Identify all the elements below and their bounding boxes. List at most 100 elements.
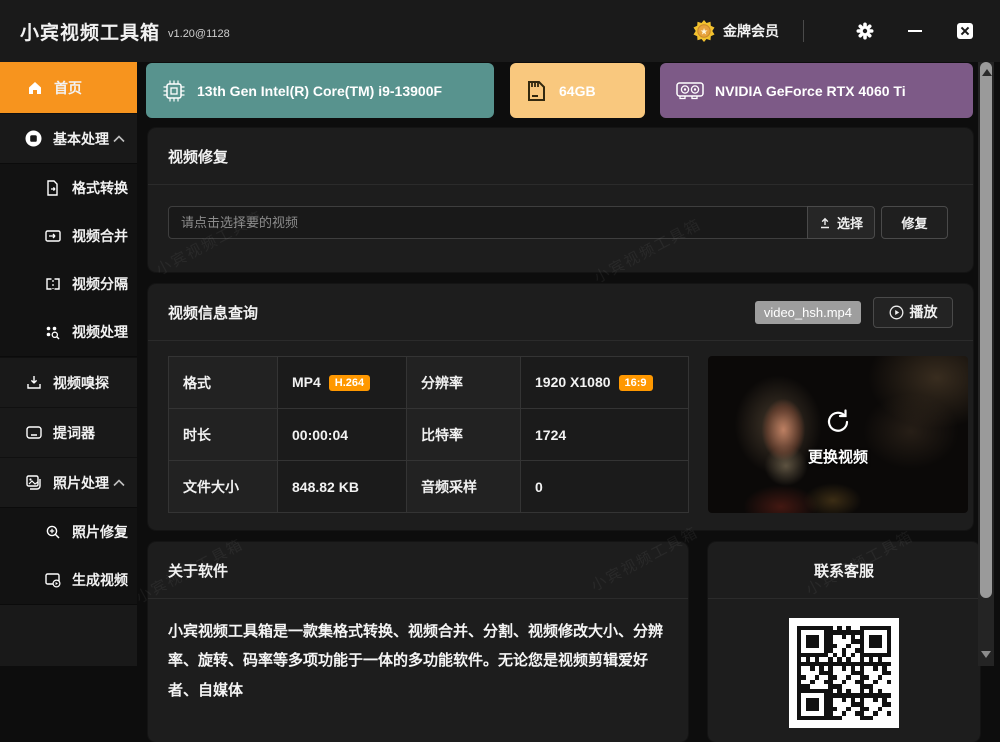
video-split-icon xyxy=(44,276,61,293)
qr-code xyxy=(789,618,899,728)
sidebar-item-label: 照片处理 xyxy=(53,473,109,493)
video-repair-panel: 视频修复 选择 修复 xyxy=(148,128,973,272)
bitrate-value: 1724 xyxy=(521,409,689,461)
upload-icon xyxy=(819,217,831,229)
sidebar-item-label: 视频处理 xyxy=(72,322,128,342)
contact-title: 联系客服 xyxy=(814,560,874,581)
sidebar-item-video-split[interactable]: 视频分隔 xyxy=(0,260,137,308)
format-label: 格式 xyxy=(169,357,278,409)
scroll-down-icon xyxy=(981,651,991,658)
cpu-label: 13th Gen Intel(R) Core(TM) i9-13900F xyxy=(197,83,442,99)
basic-processing-icon xyxy=(25,130,42,147)
change-video-label: 更换视频 xyxy=(808,446,868,467)
repair-button[interactable]: 修复 xyxy=(881,206,948,239)
video-process-icon xyxy=(44,324,61,341)
main-content: 13th Gen Intel(R) Core(TM) i9-13900F 64G… xyxy=(137,62,1000,666)
table-row: 文件大小 848.82 KB 音频采样 0 xyxy=(169,461,689,513)
chevron-up-icon xyxy=(113,135,125,143)
titlebar: 小宾视频工具箱 v1.20@1128 ★ 金牌会员 xyxy=(0,0,1000,62)
video-repair-title: 视频修复 xyxy=(168,146,228,167)
vertical-scrollbar[interactable] xyxy=(978,62,994,666)
repair-button-label: 修复 xyxy=(901,213,927,232)
about-text: 小宾视频工具箱是一款集格式转换、视频合并、分割、视频修改大小、分辨率、旋转、码率… xyxy=(148,599,688,723)
photo-processing-icon xyxy=(25,474,42,491)
close-button[interactable] xyxy=(948,14,982,48)
filesize-value: 848.82 KB xyxy=(278,461,407,513)
play-button-label: 播放 xyxy=(910,302,938,322)
video-thumbnail[interactable]: 更换视频 xyxy=(708,356,968,513)
audio-sample-value: 0 xyxy=(521,461,689,513)
sidebar-item-teleprompter[interactable]: 提词器 xyxy=(0,407,137,457)
minimize-button[interactable] xyxy=(898,14,932,48)
sidebar-item-video-sniff[interactable]: 视频嗅探 xyxy=(0,357,137,407)
contact-panel: 联系客服 xyxy=(708,542,980,742)
about-panel: 关于软件 小宾视频工具箱是一款集格式转换、视频合并、分割、视频修改大小、分辨率、… xyxy=(148,542,688,742)
sidebar-item-home[interactable]: 首页 xyxy=(0,62,137,113)
chevron-up-icon xyxy=(113,479,125,487)
format-convert-icon xyxy=(44,180,61,197)
close-icon xyxy=(957,23,973,39)
teleprompter-icon xyxy=(25,424,42,441)
sidebar-group-basic-processing[interactable]: 基本处理 xyxy=(0,113,137,163)
sidebar-item-generate-video[interactable]: 生成视频 xyxy=(0,556,137,604)
gold-medal-icon: ★ xyxy=(693,20,715,42)
membership-badge[interactable]: ★ 金牌会员 xyxy=(693,20,779,42)
refresh-icon xyxy=(823,407,853,437)
minimize-icon xyxy=(908,30,922,32)
gpu-card[interactable]: NVIDIA GeForce RTX 4060 Ti xyxy=(660,63,973,118)
table-row: 时长 00:00:04 比特率 1724 xyxy=(169,409,689,461)
cpu-card[interactable]: 13th Gen Intel(R) Core(TM) i9-13900F xyxy=(146,63,494,118)
sidebar-item-label: 首页 xyxy=(54,78,82,98)
sidebar-item-label: 生成视频 xyxy=(72,570,128,590)
membership-label: 金牌会员 xyxy=(723,21,779,41)
aspect-ratio-badge: 16:9 xyxy=(619,375,653,391)
filename-badge: video_hsh.mp4 xyxy=(755,301,861,324)
video-info-title: 视频信息查询 xyxy=(168,302,258,323)
sidebar-item-format-convert[interactable]: 格式转换 xyxy=(0,164,137,212)
svg-text:★: ★ xyxy=(700,26,708,36)
video-file-input[interactable] xyxy=(168,206,808,239)
play-button[interactable]: 播放 xyxy=(873,297,953,328)
app-title: 小宾视频工具箱 xyxy=(20,18,160,45)
sidebar-item-video-merge[interactable]: 视频合并 xyxy=(0,212,137,260)
sidebar-item-label: 视频合并 xyxy=(72,226,128,246)
settings-button[interactable] xyxy=(848,14,882,48)
sidebar-group-photo-processing[interactable]: 照片处理 xyxy=(0,457,137,507)
sidebar-item-label: 基本处理 xyxy=(53,129,109,149)
video-info-table: 格式 MP4H.264 分辨率 1920 X108016:9 时长 00:00:… xyxy=(168,356,689,513)
play-icon xyxy=(889,305,904,320)
video-sniff-icon xyxy=(25,374,42,391)
gpu-icon xyxy=(675,80,705,102)
scrollbar-thumb[interactable] xyxy=(980,62,992,598)
home-icon xyxy=(26,79,43,96)
sidebar-item-label: 提词器 xyxy=(53,423,95,443)
video-info-panel: 视频信息查询 video_hsh.mp4 播放 格式 MP4H.264 分辨率 … xyxy=(148,284,973,530)
filesize-label: 文件大小 xyxy=(169,461,278,513)
table-row: 格式 MP4H.264 分辨率 1920 X108016:9 xyxy=(169,357,689,409)
sidebar-item-label: 照片修复 xyxy=(72,522,128,542)
titlebar-separator xyxy=(803,20,804,42)
duration-value: 00:00:04 xyxy=(278,409,407,461)
scroll-up-icon xyxy=(982,69,992,76)
gear-icon xyxy=(856,22,874,40)
select-video-button[interactable]: 选择 xyxy=(807,206,875,239)
audio-sample-label: 音频采样 xyxy=(407,461,521,513)
gpu-label: NVIDIA GeForce RTX 4060 Ti xyxy=(715,83,906,99)
cpu-icon xyxy=(161,78,187,104)
duration-label: 时长 xyxy=(169,409,278,461)
video-merge-icon xyxy=(44,228,61,245)
app-version: v1.20@1128 xyxy=(168,28,230,40)
photo-repair-icon xyxy=(44,524,61,541)
sidebar-item-label: 格式转换 xyxy=(72,178,128,198)
ram-label: 64GB xyxy=(559,83,596,99)
resolution-value: 1920 X108016:9 xyxy=(521,357,689,409)
sidebar-item-photo-repair[interactable]: 照片修复 xyxy=(0,508,137,556)
ram-card[interactable]: 64GB xyxy=(510,63,645,118)
sidebar-item-video-process[interactable]: 视频处理 xyxy=(0,308,137,356)
codec-badge: H.264 xyxy=(329,375,370,391)
sidebar: 首页 基本处理 格式转换 视频合并 视频分隔 xyxy=(0,62,137,666)
generate-video-icon xyxy=(44,572,61,589)
sidebar-item-label: 视频分隔 xyxy=(72,274,128,294)
sidebar-item-label: 视频嗅探 xyxy=(53,373,109,393)
resolution-label: 分辨率 xyxy=(407,357,521,409)
